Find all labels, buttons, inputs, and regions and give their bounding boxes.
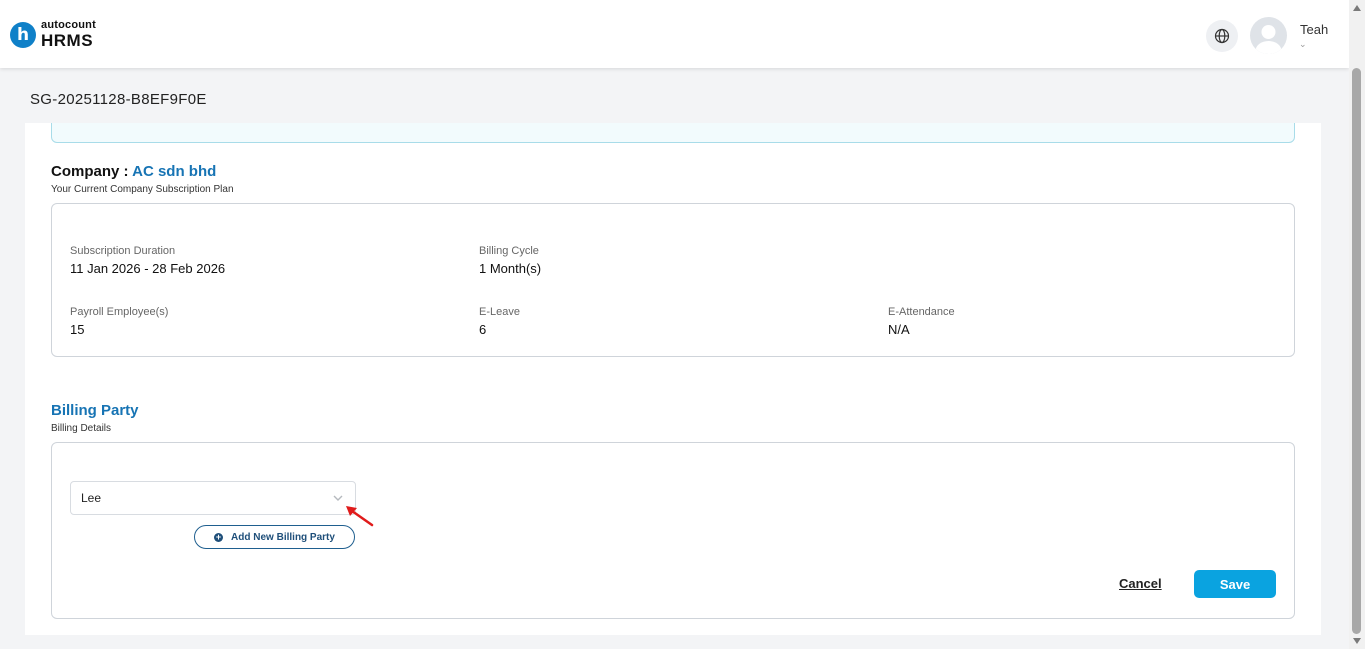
subscription-duration-label: Subscription Duration — [70, 245, 176, 257]
e-attendance-field: E-Attendance N/A — [888, 306, 955, 337]
billing-party-selected-value: Lee — [81, 491, 102, 505]
red-arrow-icon — [346, 506, 374, 527]
billing-cycle-label: Billing Cycle — [479, 245, 539, 257]
e-leave-value: 6 — [479, 322, 487, 337]
add-new-billing-party-label: Add New Billing Party — [231, 531, 335, 543]
company-label: Company : — [51, 163, 133, 180]
e-attendance-value: N/A — [888, 322, 910, 337]
e-leave-field: E-Leave 6 — [479, 306, 520, 337]
scroll-down-icon[interactable] — [1353, 638, 1361, 644]
billing-cycle-value: 1 Month(s) — [479, 261, 542, 276]
add-new-billing-party-button[interactable]: + Add New Billing Party — [194, 525, 355, 549]
subscription-card: Company : AC sdn bhd Your Current Compan… — [25, 123, 1321, 635]
scroll-up-icon[interactable] — [1353, 5, 1361, 11]
billing-details-box: Lee + Add New Billing Party Cancel Save — [51, 442, 1295, 619]
billing-party-select[interactable]: Lee — [70, 481, 356, 515]
company-subtitle: Your Current Company Subscription Plan — [51, 184, 234, 195]
autocount-hrms-logo[interactable]: h autocount HRMS — [10, 20, 96, 49]
company-name: AC sdn bhd — [132, 163, 217, 180]
subscription-duration-field: Subscription Duration 11 Jan 2026 - 28 F… — [70, 245, 225, 276]
company-heading: Company : AC sdn bhd — [51, 163, 216, 180]
logo-badge: h — [10, 21, 36, 48]
billing-details-subtitle: Billing Details — [51, 423, 112, 434]
plus-circle-icon: + — [214, 531, 224, 542]
logo-big-text: HRMS — [41, 31, 94, 50]
user-silhouette-icon — [1255, 25, 1282, 54]
top-header: h autocount HRMS Teah ⌄ — [0, 0, 1349, 68]
page-title: SG-20251128-B8EF9F0E — [30, 91, 207, 108]
page-scrollbar[interactable] — [1349, 0, 1365, 649]
payroll-employees-label: Payroll Employee(s) — [70, 306, 169, 318]
avatar[interactable] — [1250, 17, 1287, 54]
e-attendance-label: E-Attendance — [888, 306, 955, 318]
payroll-employees-field: Payroll Employee(s) 15 — [70, 306, 168, 337]
e-leave-label: E-Leave — [479, 306, 520, 318]
language-globe-button[interactable] — [1206, 20, 1238, 52]
user-menu-chevron-icon[interactable]: ⌄ — [1299, 39, 1307, 50]
cancel-button[interactable]: Cancel — [1119, 576, 1162, 591]
globe-icon — [1214, 28, 1230, 44]
scroll-thumb[interactable] — [1352, 68, 1361, 634]
user-name[interactable]: Teah — [1300, 22, 1328, 37]
payroll-employees-value: 15 — [70, 322, 85, 337]
billing-cycle-field: Billing Cycle 1 Month(s) — [479, 245, 541, 276]
logo-small-text: autocount — [41, 19, 96, 31]
save-button[interactable]: Save — [1194, 570, 1276, 598]
subscription-duration-value: 11 Jan 2026 - 28 Feb 2026 — [70, 261, 226, 276]
billing-party-heading: Billing Party — [51, 402, 139, 419]
subscription-plan-box: Subscription Duration 11 Jan 2026 - 28 F… — [51, 203, 1295, 357]
info-banner — [51, 123, 1295, 143]
